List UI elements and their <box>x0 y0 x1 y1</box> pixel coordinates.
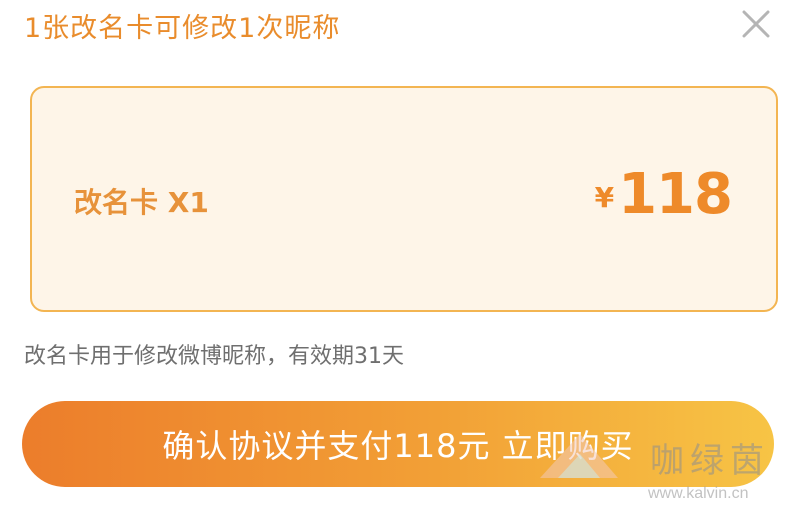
header-title: 1张改名卡可修改1次昵称 <box>24 13 341 44</box>
currency-symbol: ¥ <box>594 181 615 214</box>
card-label: 改名卡 X1 <box>74 186 209 219</box>
watermark-url: www.kalvin.cn <box>647 485 748 502</box>
close-icon <box>742 10 770 38</box>
rename-card-item[interactable]: 改名卡 X1 ¥118 <box>30 86 778 312</box>
card-description: 改名卡用于修改微博昵称，有效期31天 <box>24 344 404 369</box>
pay-button[interactable]: 确认协议并支付118元 立即购买 <box>22 401 774 487</box>
price: ¥118 <box>594 162 733 227</box>
price-value: 118 <box>618 162 733 227</box>
close-button[interactable] <box>738 6 774 42</box>
